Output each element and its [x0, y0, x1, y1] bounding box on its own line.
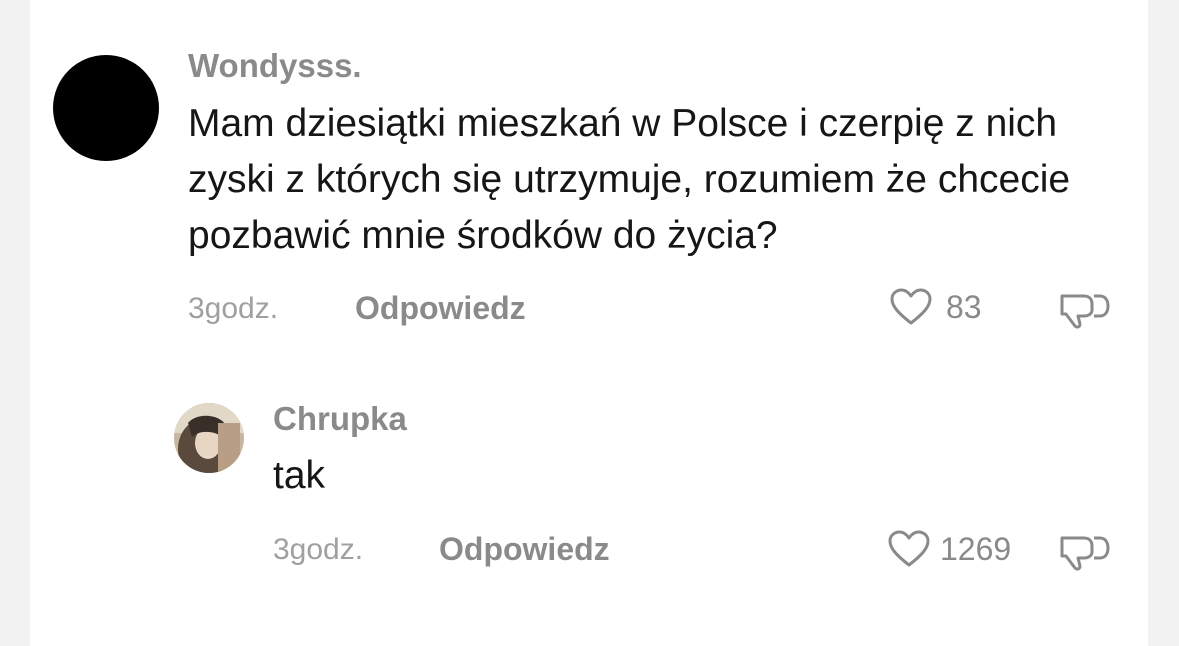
- comment-text: Mam dziesiątki mieszkań w Polsce i czerp…: [188, 102, 1071, 257]
- photo-avatar-icon: [174, 403, 244, 473]
- heart-icon: [888, 530, 930, 567]
- comment-chrupka: Chrupka tak 3godz. Odpowiedz 1269: [30, 360, 1148, 646]
- comment-username[interactable]: Wondysss.: [188, 47, 362, 85]
- comment-timestamp: 3godz.: [273, 533, 364, 566]
- comment-username[interactable]: Chrupka: [273, 400, 407, 438]
- dislike-button[interactable]: [1058, 290, 1112, 330]
- heart-icon: [890, 288, 932, 325]
- like-button[interactable]: 1269: [888, 530, 1011, 568]
- comment-timestamp: 3godz.: [188, 292, 279, 325]
- dislike-button[interactable]: [1058, 532, 1112, 572]
- reply-button[interactable]: Odpowiedz: [355, 290, 526, 327]
- avatar[interactable]: [53, 55, 159, 161]
- comment-wondysss: Wondysss. Mam dziesiątki mieszkań w Pols…: [30, 0, 1148, 360]
- thumbs-down-icon: [1060, 294, 1110, 329]
- like-button[interactable]: 83: [890, 288, 982, 326]
- like-count: 83: [946, 288, 982, 325]
- reply-button[interactable]: Odpowiedz: [439, 531, 610, 568]
- comments-panel: Wondysss. Mam dziesiątki mieszkań w Pols…: [30, 0, 1148, 646]
- like-count: 1269: [940, 530, 1012, 567]
- avatar[interactable]: [174, 403, 244, 473]
- thumbs-down-icon: [1060, 536, 1110, 571]
- comment-text: tak: [273, 454, 326, 497]
